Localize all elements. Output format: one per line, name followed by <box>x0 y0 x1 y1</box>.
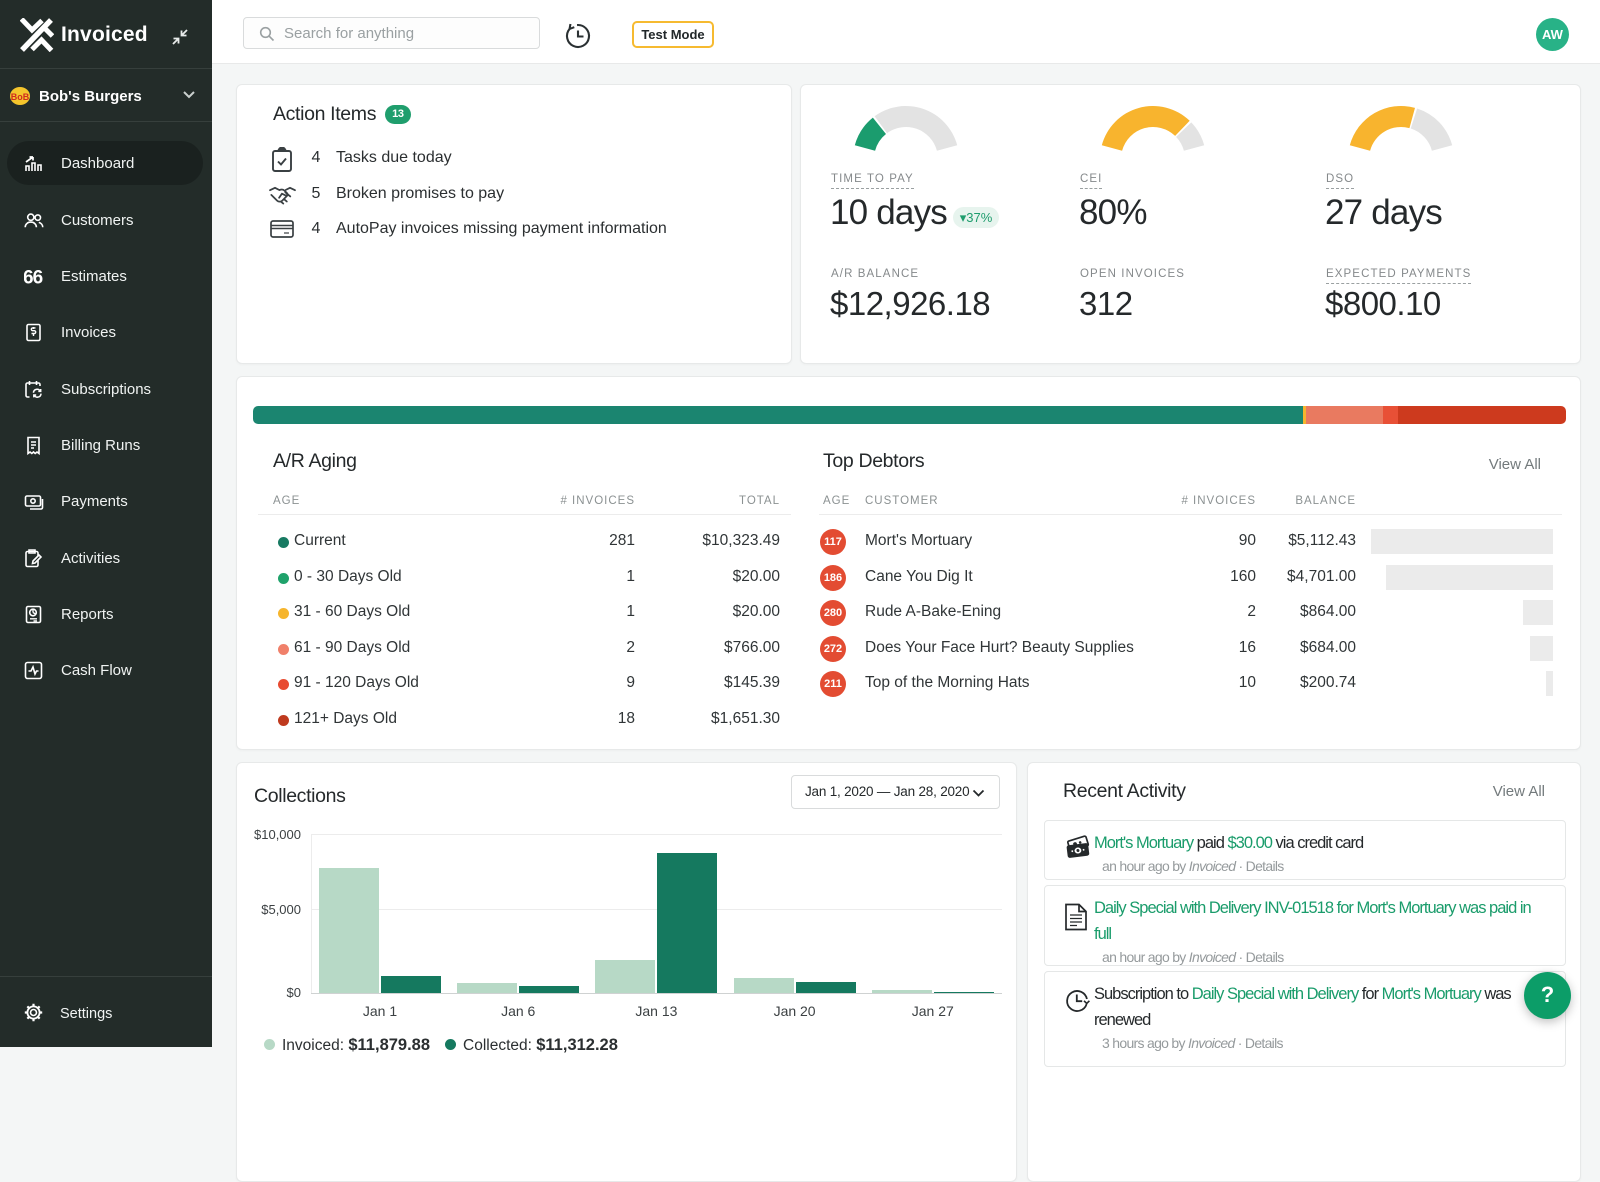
svg-text:66: 66 <box>24 268 43 287</box>
svg-text:BoB: BoB <box>11 92 30 102</box>
